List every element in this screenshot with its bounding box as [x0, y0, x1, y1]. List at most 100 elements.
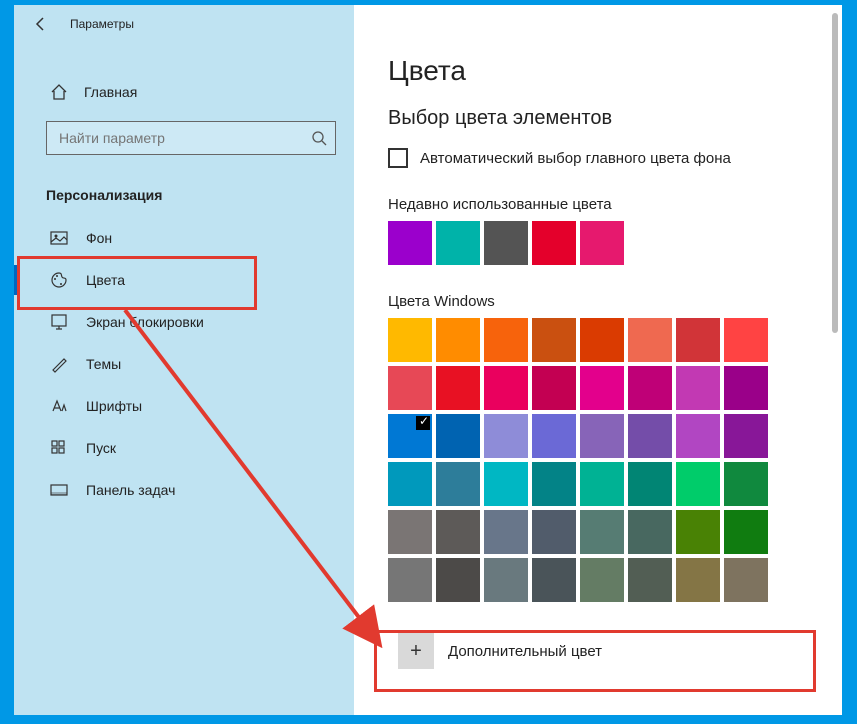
auto-color-checkbox-row[interactable]: Автоматический выбор главного цвета фона: [388, 148, 812, 168]
windows-color-swatch[interactable]: [484, 558, 528, 602]
windows-color-swatch[interactable]: [724, 366, 768, 410]
custom-color-label: Дополнительный цвет: [448, 643, 602, 660]
windows-color-swatch[interactable]: [628, 318, 672, 362]
content-pane: Цвета Выбор цвета элементов Автоматическ…: [354, 5, 842, 715]
windows-color-swatch[interactable]: [388, 414, 432, 458]
search-icon: [311, 130, 327, 146]
recent-color-swatch[interactable]: [388, 221, 432, 265]
windows-color-swatch[interactable]: [580, 558, 624, 602]
windows-color-swatch[interactable]: [532, 366, 576, 410]
sidebar-item-экран-блокировки[interactable]: Экран блокировки: [14, 301, 354, 343]
windows-color-swatch[interactable]: [580, 510, 624, 554]
windows-color-swatch[interactable]: [532, 462, 576, 506]
windows-color-swatch[interactable]: [676, 318, 720, 362]
arrow-left-icon: [33, 16, 49, 32]
windows-color-swatch[interactable]: [532, 510, 576, 554]
start-icon: [50, 439, 68, 457]
windows-color-swatch[interactable]: [388, 558, 432, 602]
windows-colors-label: Цвета Windows: [388, 293, 812, 310]
windows-color-swatch[interactable]: [532, 318, 576, 362]
windows-color-swatch[interactable]: [484, 510, 528, 554]
windows-color-swatch[interactable]: [676, 510, 720, 554]
windows-color-swatch[interactable]: [532, 558, 576, 602]
windows-color-swatch[interactable]: [724, 414, 768, 458]
windows-color-swatch[interactable]: [676, 462, 720, 506]
windows-color-swatch[interactable]: [628, 462, 672, 506]
windows-color-swatch[interactable]: [436, 558, 480, 602]
windows-color-swatch[interactable]: [484, 414, 528, 458]
windows-color-swatch[interactable]: [436, 462, 480, 506]
windows-color-swatch[interactable]: [532, 414, 576, 458]
back-button[interactable]: [22, 5, 60, 43]
recent-color-swatch[interactable]: [436, 221, 480, 265]
windows-color-swatch[interactable]: [484, 318, 528, 362]
checkbox-label: Автоматический выбор главного цвета фона: [420, 150, 731, 167]
sidebar-item-шрифты[interactable]: Шрифты: [14, 385, 354, 427]
sidebar-item-цвета[interactable]: Цвета: [14, 259, 354, 301]
page-title: Цвета: [388, 55, 812, 87]
sidebar-item-label: Шрифты: [86, 398, 142, 414]
search-input-container[interactable]: [46, 121, 336, 155]
custom-color-button[interactable]: + Дополнительный цвет: [388, 622, 808, 680]
windows-color-swatch[interactable]: [388, 462, 432, 506]
sidebar-item-label: Экран блокировки: [86, 314, 204, 330]
windows-color-swatch[interactable]: [724, 558, 768, 602]
windows-color-swatch[interactable]: [676, 558, 720, 602]
windows-color-swatch[interactable]: [388, 510, 432, 554]
sidebar-section-header: Персонализация: [14, 165, 354, 217]
windows-color-swatch[interactable]: [580, 414, 624, 458]
windows-color-swatch[interactable]: [724, 462, 768, 506]
font-icon: [50, 397, 68, 415]
checkbox-icon[interactable]: [388, 148, 408, 168]
recent-color-swatch[interactable]: [484, 221, 528, 265]
titlebar: Параметры: [14, 5, 354, 43]
sidebar-item-label: Панель задач: [86, 482, 175, 498]
sidebar-item-пуск[interactable]: Пуск: [14, 427, 354, 469]
brush-icon: [50, 355, 68, 373]
recent-colors-label: Недавно использованные цвета: [388, 196, 812, 213]
sidebar: Параметры Главная Персонализация Фон Цвет…: [14, 5, 354, 715]
plus-icon: +: [398, 633, 434, 669]
window-title: Параметры: [70, 17, 134, 31]
windows-color-swatch[interactable]: [628, 366, 672, 410]
windows-color-swatch[interactable]: [484, 366, 528, 410]
windows-color-swatch[interactable]: [580, 462, 624, 506]
picture-icon: [50, 229, 68, 247]
recent-color-swatch[interactable]: [580, 221, 624, 265]
home-icon: [50, 83, 68, 101]
windows-color-swatch[interactable]: [628, 510, 672, 554]
windows-color-swatch[interactable]: [580, 318, 624, 362]
windows-color-swatch[interactable]: [388, 318, 432, 362]
windows-colors-grid: [388, 318, 812, 602]
windows-color-swatch[interactable]: [580, 366, 624, 410]
sidebar-item-label: Фон: [86, 230, 112, 246]
windows-color-swatch[interactable]: [724, 318, 768, 362]
windows-color-swatch[interactable]: [436, 510, 480, 554]
lockscreen-icon: [50, 313, 68, 331]
sidebar-item-label: Темы: [86, 356, 121, 372]
windows-color-swatch[interactable]: [724, 510, 768, 554]
recent-colors-row: [388, 221, 812, 265]
sidebar-item-темы[interactable]: Темы: [14, 343, 354, 385]
windows-color-swatch[interactable]: [628, 414, 672, 458]
windows-color-swatch[interactable]: [388, 366, 432, 410]
taskbar-icon: [50, 481, 68, 499]
scrollbar[interactable]: [832, 13, 838, 333]
sidebar-item-label: Цвета: [86, 272, 125, 288]
sidebar-item-панель-задач[interactable]: Панель задач: [14, 469, 354, 511]
sidebar-nav: Фон Цвета Экран блокировки Темы Шрифты Пуск Па…: [14, 217, 354, 511]
sidebar-item-фон[interactable]: Фон: [14, 217, 354, 259]
recent-color-swatch[interactable]: [532, 221, 576, 265]
home-label: Главная: [84, 84, 137, 100]
windows-color-swatch[interactable]: [484, 462, 528, 506]
windows-color-swatch[interactable]: [436, 318, 480, 362]
windows-color-swatch[interactable]: [436, 366, 480, 410]
sidebar-item-label: Пуск: [86, 440, 116, 456]
windows-color-swatch[interactable]: [676, 414, 720, 458]
windows-color-swatch[interactable]: [676, 366, 720, 410]
subtitle: Выбор цвета элементов: [388, 107, 812, 130]
windows-color-swatch[interactable]: [436, 414, 480, 458]
windows-color-swatch[interactable]: [628, 558, 672, 602]
search-input[interactable]: [59, 130, 311, 146]
sidebar-item-home[interactable]: Главная: [14, 73, 354, 111]
